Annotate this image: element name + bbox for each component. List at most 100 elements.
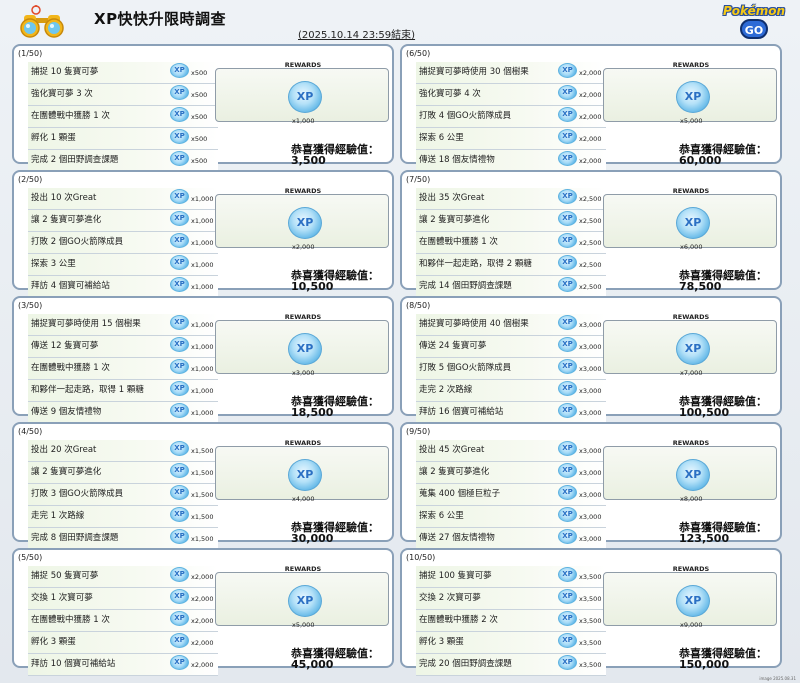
xp-icon: XP [558,128,577,144]
xp-reward-icon: XP [288,585,322,617]
total-xp-value: 100,500 [679,406,730,419]
reward-amount: x3,000 [292,369,315,377]
xp-icon: XP [558,276,577,292]
task-xp-amount: x1,000 [191,321,214,329]
task-xp-amount: x3,500 [579,660,602,669]
rewards-label: REWARDS [672,565,710,573]
xp-icon: XP [170,336,189,352]
task-list: 投出 10 次Great XP x1,000 讓 2 隻寶可夢進化 XP x1,000 打敗… [28,188,218,298]
task-xp-amount: x1,000 [191,195,214,203]
task-name: 投出 45 次Great [419,445,485,455]
task-xp-amount: x3,000 [579,512,602,521]
task-list: 捕捉寶可夢時使用 40 個樹果 XP x3,000 傳送 24 隻寶可夢 XP x3,00… [416,314,606,424]
task-row: 在團體戰中獲勝 2 次 XP x3,500 [416,609,606,632]
total-xp-value: 3,500 [291,154,326,167]
xp-reward-icon: XP [676,459,710,491]
task-name: 捕捉寶可夢時使用 30 個樹果 [419,67,529,77]
task-row: 孵化 1 顆蛋 XP x500 [28,127,218,150]
xp-icon: XP [170,654,189,670]
task-name: 和夥伴一起走路，取得 2 顆糖 [419,258,532,269]
stage-card: (5/50) 捕捉 50 隻寶可夢 XP x2,000 交換 1 次寶可夢 XP x2,00… [12,548,394,676]
task-xp-amount: x2,000 [579,112,602,121]
task-name: 捕捉 50 隻寶可夢 [31,571,99,581]
task-row: 探索 3 公里 XP x1,000 [28,253,218,276]
xp-icon: XP [170,402,189,418]
task-name: 交換 2 次寶可夢 [419,592,481,603]
task-list: 捕捉 100 隻寶可夢 XP x3,500 交換 2 次寶可夢 XP x3,500 在團體戰… [416,566,606,676]
task-row: 投出 10 次Great XP x1,000 [28,188,218,210]
xp-icon: XP [170,484,189,500]
rewards-label: REWARDS [284,439,322,447]
task-xp-amount: x3,500 [579,594,602,603]
task-name: 探索 6 公里 [419,510,464,521]
task-name: 傳送 9 個友情禮物 [31,406,102,417]
task-row: 打敗 3 個GO火箭隊成員 XP x1,500 [28,483,218,506]
task-xp-amount: x2,000 [579,134,602,143]
task-row: 在團體戰中獲勝 1 次 XP x2,000 [28,609,218,632]
task-xp-amount: x1,000 [191,342,214,351]
task-row: 完成 14 個田野調查課題 XP x2,500 [416,275,606,298]
xp-icon: XP [170,232,189,248]
task-xp-amount: x2,500 [579,216,602,225]
rewards-label: REWARDS [672,187,710,195]
page: XP快快升限時調查 (2025.10.14 23:59結束) Pokémon G… [0,0,800,683]
task-row: 走完 2 次路線 XP x3,000 [416,379,606,402]
task-name: 投出 10 次Great [31,193,97,203]
task-name: 打敗 2 個GO火箭隊成員 [31,236,124,247]
task-row: 讓 2 隻寶可夢進化 XP x1,000 [28,209,218,232]
stage-number: (7/50) [406,175,431,184]
task-xp-amount: x2,000 [191,660,214,669]
task-name: 捕捉 10 隻寶可夢 [31,67,99,77]
task-row: 捕捉 10 隻寶可夢 XP x500 [28,62,218,84]
task-name: 完成 20 個田野調查課題 [419,658,512,669]
task-name: 在團體戰中獲勝 1 次 [31,362,110,373]
task-row: 在團體戰中獲勝 1 次 XP x500 [28,105,218,128]
task-row: 交換 1 次寶可夢 XP x2,000 [28,587,218,610]
task-list: 捕捉 10 隻寶可夢 XP x500 強化寶可夢 3 次 XP x500 在團體戰中獲勝 1… [28,62,218,172]
task-xp-amount: x1,500 [191,534,214,543]
task-row: 完成 2 個田野調查課題 XP x500 [28,149,218,172]
page-title: XP快快升限時調查 [94,10,227,28]
stage-number: (4/50) [18,427,43,436]
stage-card: (6/50) 捕捉寶可夢時使用 30 個樹果 XP x2,000 強化寶可夢 4 次 XP… [400,44,782,172]
task-xp-amount: x500 [191,134,208,143]
xp-icon: XP [170,210,189,226]
task-name: 和夥伴一起走路，取得 1 顆糖 [31,384,144,395]
task-row: 傳送 9 個友情禮物 XP x1,000 [28,401,218,424]
task-name: 探索 3 公里 [31,258,76,269]
task-xp-amount: x1,000 [191,216,214,225]
xp-icon: XP [558,232,577,248]
stage-number: (3/50) [18,301,43,310]
task-row: 完成 20 個田野調查課題 XP x3,500 [416,653,606,676]
rewards-label: REWARDS [284,565,322,573]
xp-icon: XP [170,588,189,604]
rewards-box: REWARDS XP x8,000 [603,439,777,503]
task-xp-amount: x1,000 [191,282,214,291]
stage-card: (9/50) 投出 45 次Great XP x3,000 讓 2 隻寶可夢進化 XP x3… [400,422,782,550]
task-row: 孵化 3 顆蛋 XP x3,500 [416,631,606,654]
rewards-box: REWARDS XP x9,000 [603,565,777,629]
task-xp-amount: x1,500 [191,447,214,455]
reward-amount: x7,000 [680,369,703,377]
task-name: 捕捉寶可夢時使用 15 個樹果 [31,319,141,329]
stage-number: (10/50) [406,553,436,562]
task-row: 投出 45 次Great XP x3,000 [416,440,606,462]
stage-card: (3/50) 捕捉寶可夢時使用 15 個樹果 XP x1,000 傳送 12 隻寶可夢 X… [12,296,394,424]
task-row: 讓 2 隻寶可夢進化 XP x3,000 [416,461,606,484]
task-xp-amount: x3,000 [579,490,602,499]
rewards-label: REWARDS [672,313,710,321]
xp-reward-icon: XP [288,207,322,239]
xp-icon: XP [170,189,189,204]
rewards-box: REWARDS XP x5,000 [215,565,389,629]
task-xp-amount: x500 [191,156,208,165]
reward-amount: x6,000 [680,243,703,251]
task-row: 在團體戰中獲勝 1 次 XP x1,000 [28,357,218,380]
task-row: 讓 2 隻寶可夢進化 XP x2,500 [416,209,606,232]
task-name: 投出 35 次Great [419,193,485,203]
header: XP快快升限時調查 (2025.10.14 23:59結束) Pokémon G… [0,0,800,42]
xp-icon: XP [170,254,189,270]
task-xp-amount: x2,000 [191,638,214,647]
task-name: 捕捉 100 隻寶可夢 [419,571,492,581]
xp-icon: XP [558,315,577,330]
total-xp-value: 150,000 [679,658,730,671]
